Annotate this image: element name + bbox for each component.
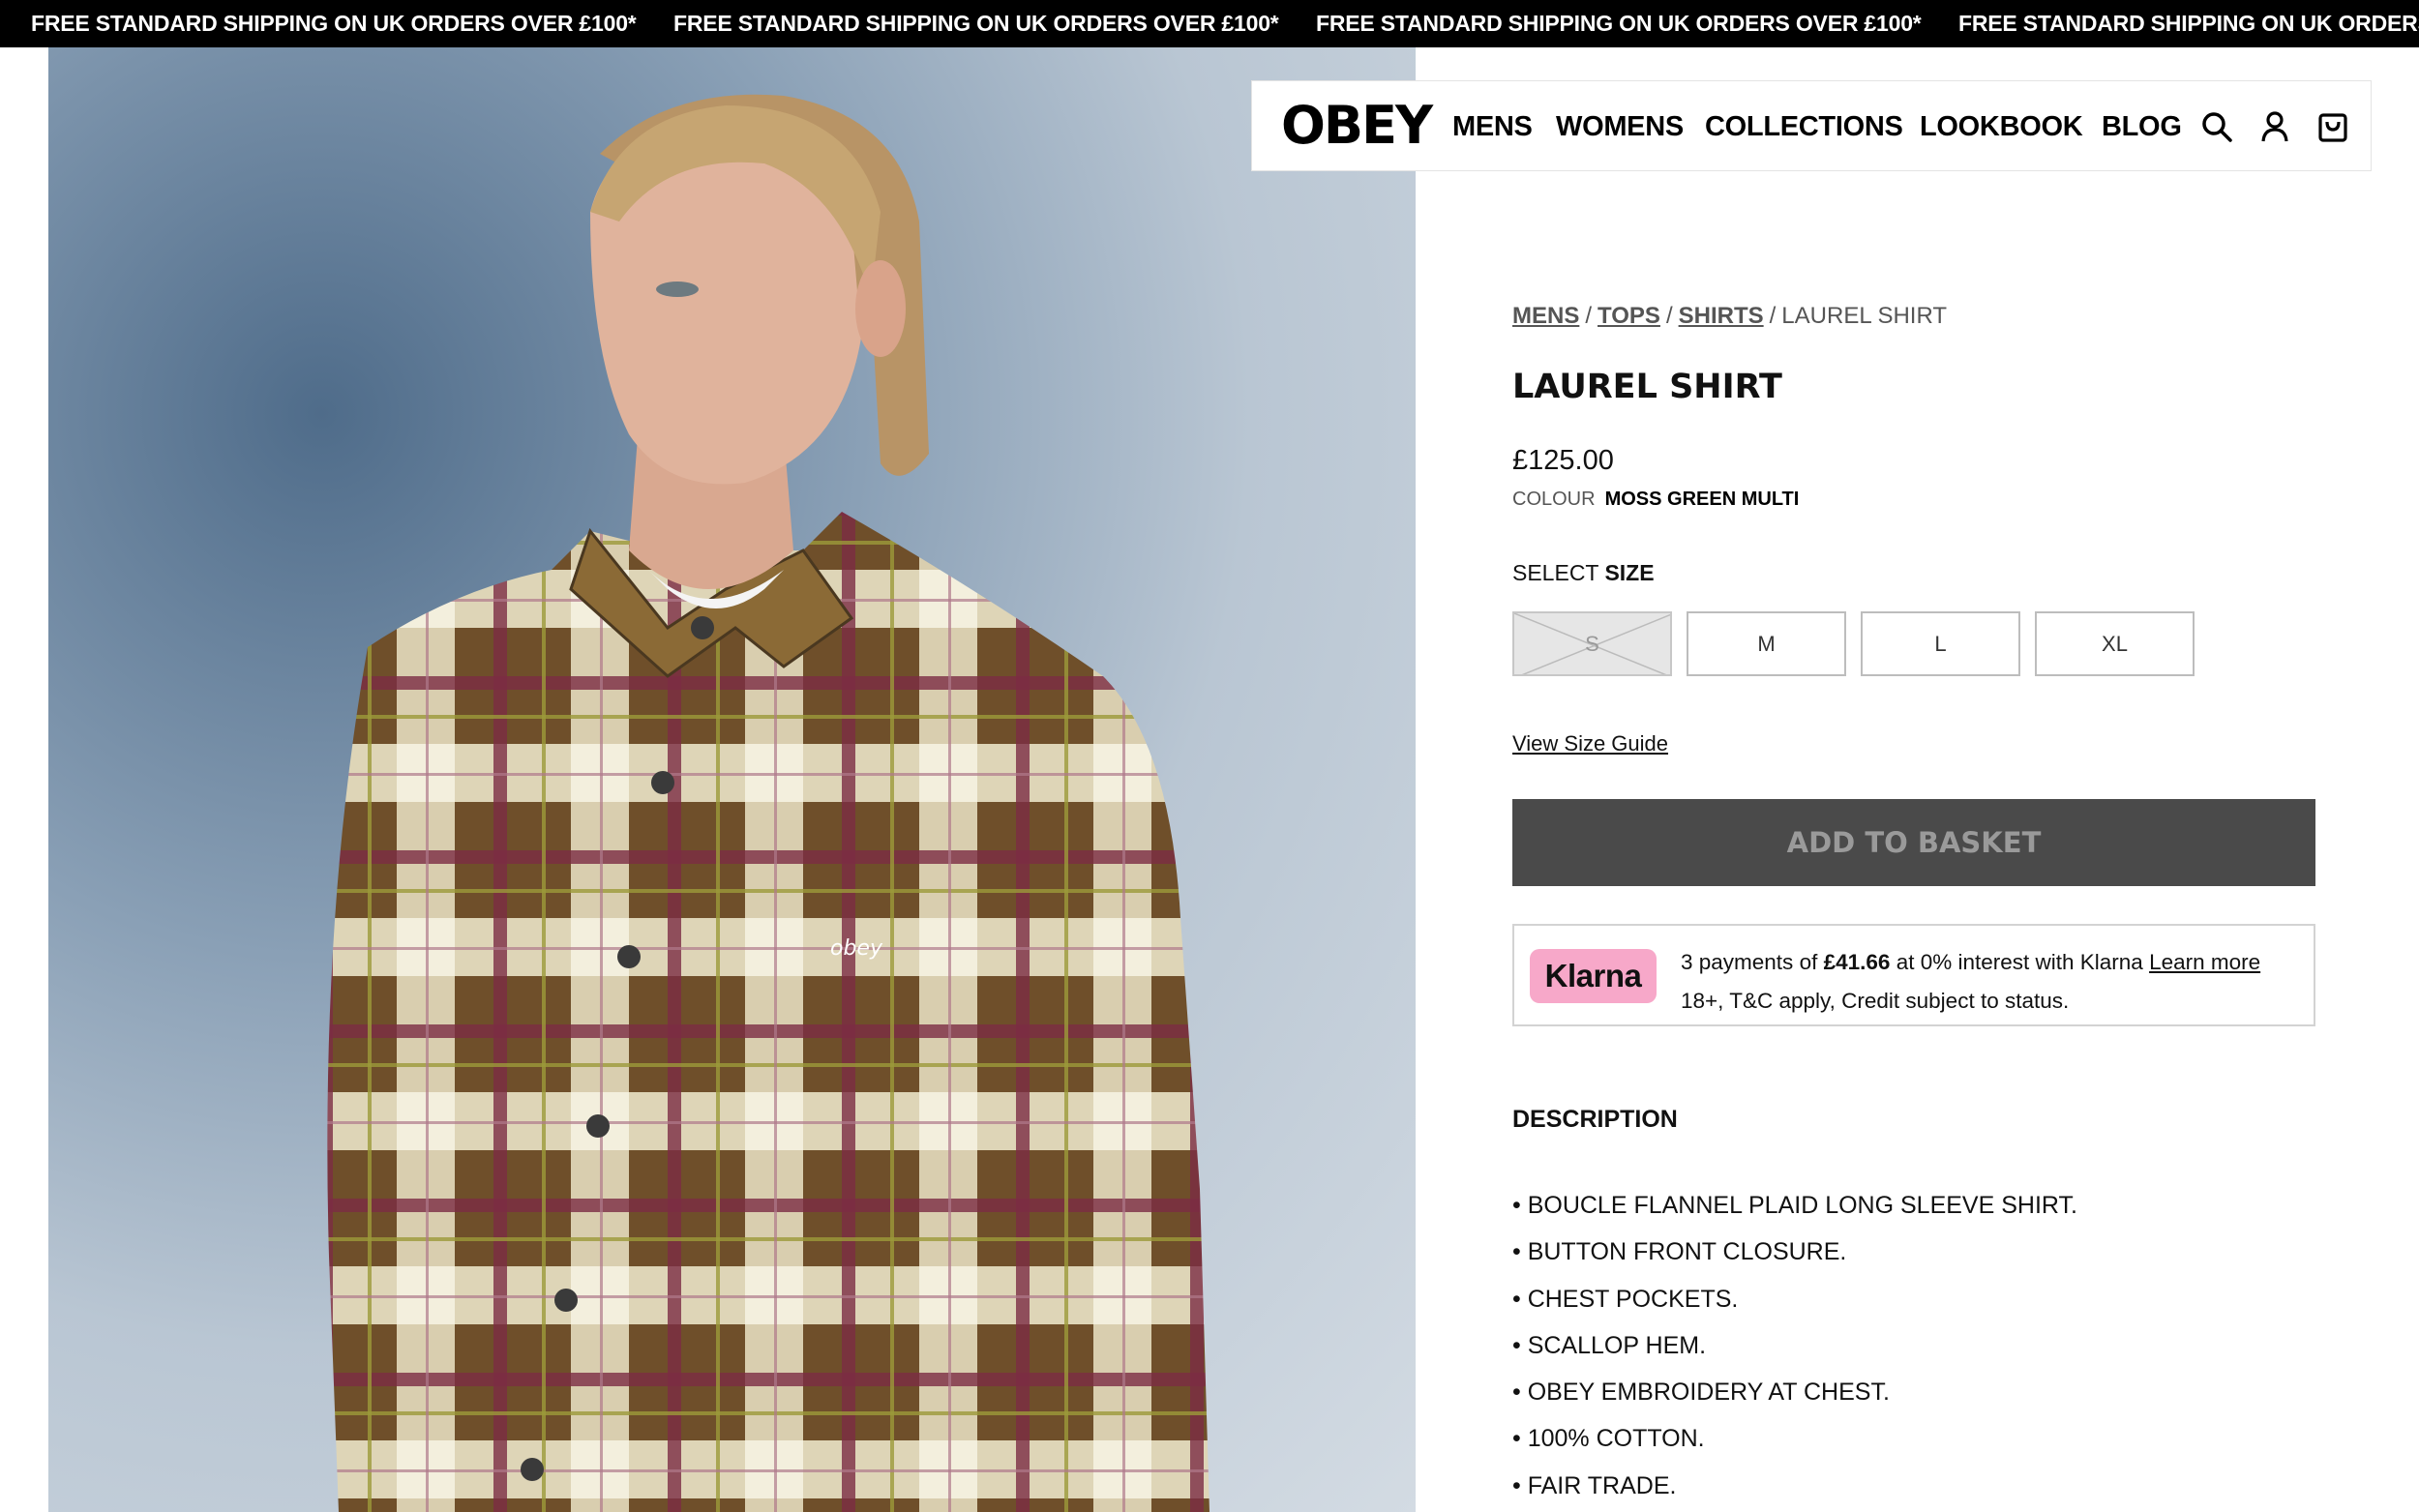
nav-blog[interactable]: BLOG [2102,109,2182,144]
breadcrumb-shirts[interactable]: SHIRTS [1679,303,1764,329]
basket-icon[interactable] [2314,108,2351,145]
breadcrumb-current: LAUREL SHIRT [1781,303,1948,329]
announcement-text: FREE STANDARD SHIPPING ON UK ORDERS OVER… [673,11,1279,36]
description-item: • CHEST POCKETS. [1512,1285,1739,1313]
size-option-label: L [1934,631,1947,656]
size-option-s[interactable]: S [1512,611,1672,676]
nav-collections[interactable]: COLLECTIONS [1705,109,1903,144]
size-label: SELECT SIZE [1512,558,1655,587]
size-guide-link[interactable]: View Size Guide [1512,729,1668,758]
size-option-l[interactable]: L [1861,611,2020,676]
klarna-logo: Klarna [1530,949,1657,1003]
size-option-xl[interactable]: XL [2035,611,2195,676]
announcement-text: FREE STANDARD SHIPPING ON UK ORDERS OVER… [31,11,637,36]
search-icon[interactable] [2198,108,2235,145]
announcement-bar: FREE STANDARD SHIPPING ON UK ORDERS OVER… [0,0,2419,47]
breadcrumb-tops[interactable]: TOPS [1598,303,1660,329]
description-item: • BUTTON FRONT CLOSURE. [1512,1238,1847,1266]
obey-logo[interactable]: OBEY [1281,97,1433,155]
klarna-line-2: 18+, T&C apply, Credit subject to status… [1681,989,2070,1013]
breadcrumb-separator: / [1665,303,1673,329]
klarna-suffix: at 0% interest with Klarna [1896,950,2143,974]
klarna-line-1: 3 payments of £41.66 at 0% interest with… [1681,943,2260,982]
nav-womens[interactable]: WOMENS [1556,109,1684,144]
klarna-box: Klarna 3 payments of £41.66 at 0% intere… [1512,924,2315,1026]
breadcrumb-mens[interactable]: MENS [1512,303,1579,329]
announcement-text: FREE STANDARD SHIPPING ON UK ORDERS OVER… [1958,11,2419,36]
announcement-track: FREE STANDARD SHIPPING ON UK ORDERS OVER… [0,0,2419,47]
description-item: • SCALLOP HEM. [1512,1331,1707,1359]
add-to-basket-button[interactable]: ADD TO BASKET [1512,799,2315,886]
size-option-label: M [1757,631,1776,656]
colour-value: MOSS GREEN MULTI [1604,489,1800,510]
nav-lookbook[interactable]: LOOKBOOK [1920,109,2083,144]
chest-embroidery: obey [830,936,883,961]
size-option-label: XL [2102,631,2128,656]
description-item: • FAIR TRADE. [1512,1471,1677,1499]
breadcrumb-separator: / [1585,303,1593,329]
breadcrumb-separator: / [1769,303,1777,329]
klarna-learn-more-link[interactable]: Learn more [2149,950,2260,974]
nav-mens[interactable]: MENS [1452,109,1533,144]
product-price: £125.00 [1512,445,1614,476]
colour-label: COLOUR [1512,489,1596,510]
description-list: • BOUCLE FLANNEL PLAID LONG SLEEVE SHIRT… [1512,1182,2077,1509]
description-item: • OBEY EMBROIDERY AT CHEST. [1512,1379,1890,1407]
klarna-text: 3 payments of £41.66 at 0% interest with… [1681,943,2260,1021]
product-photo-illustration: obey [327,94,1210,1512]
product-title: LAUREL SHIRT [1512,368,1782,406]
size-option-label: S [1585,631,1599,656]
size-label-prefix: SELECT [1512,560,1599,585]
description-heading: DESCRIPTION [1512,1106,1678,1133]
site-header: OBEY MENS WOMENS COLLECTIONS LOOKBOOK BL… [1251,80,2372,171]
announcement-text: FREE STANDARD SHIPPING ON UK ORDERS OVER… [0,0,31,47]
announcement-text: FREE STANDARD SHIPPING ON UK ORDERS OVER… [1316,11,1922,36]
size-option-m[interactable]: M [1687,611,1846,676]
klarna-amount: £41.66 [1823,950,1891,974]
breadcrumb: MENS / TOPS / SHIRTS / LAUREL SHIRT [1512,301,1947,332]
description-item: • 100% COTTON. [1512,1425,1705,1453]
colour-info: COLOUR MOSS GREEN MULTI [1512,486,1799,513]
product-image[interactable]: obey [48,47,1416,1512]
size-label-strong: SIZE [1604,560,1655,585]
klarna-prefix: 3 payments of [1681,950,1818,974]
account-icon[interactable] [2256,108,2293,145]
description-item: • BOUCLE FLANNEL PLAID LONG SLEEVE SHIRT… [1512,1192,2077,1219]
